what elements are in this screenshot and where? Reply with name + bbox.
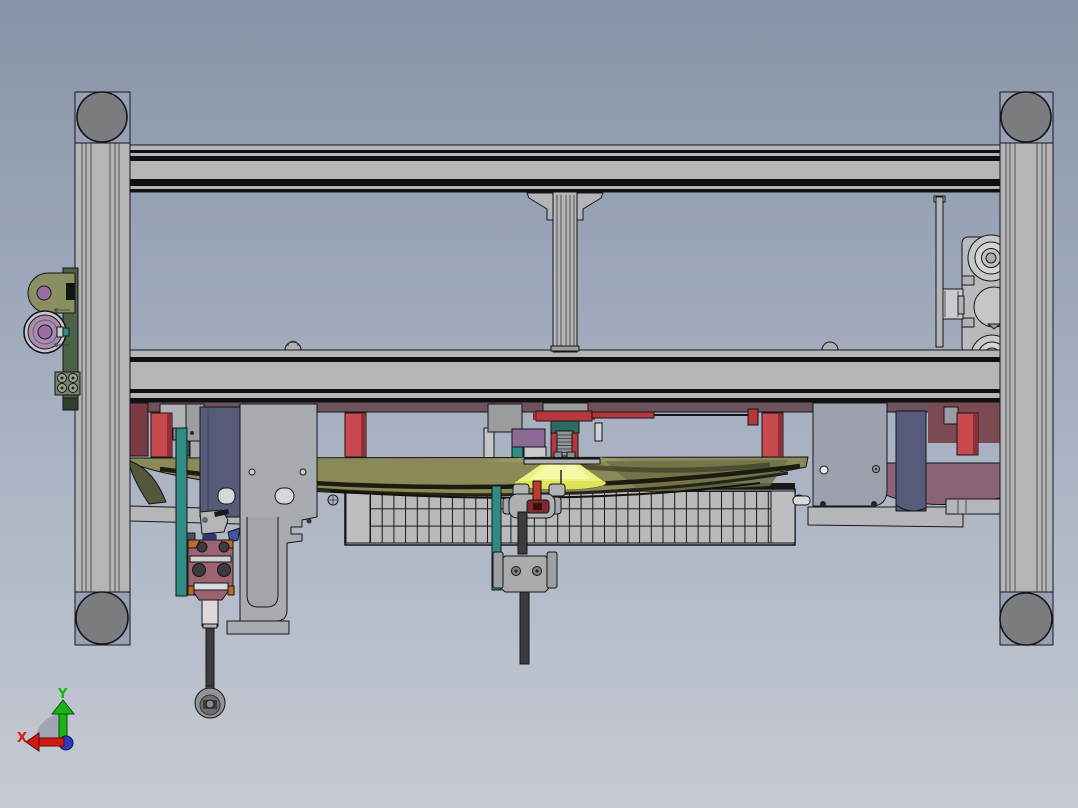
left-belt-pulley-assembly[interactable] bbox=[23, 267, 81, 411]
standoff-3[interactable] bbox=[761, 412, 784, 458]
screw-block[interactable] bbox=[54, 371, 81, 396]
right-column[interactable] bbox=[999, 142, 1054, 593]
corner-cap-top-right[interactable] bbox=[999, 91, 1054, 144]
guide-bar-left[interactable] bbox=[175, 427, 188, 597]
navy-slide-block-right[interactable] bbox=[895, 410, 927, 512]
probe-rod[interactable] bbox=[205, 627, 215, 689]
viewport[interactable]: Y X bbox=[0, 0, 1078, 808]
gusset-left bbox=[526, 192, 554, 221]
carrier-plate-right[interactable] bbox=[812, 402, 888, 507]
gripper-screw bbox=[196, 541, 208, 553]
plate-screw bbox=[819, 465, 829, 475]
standoff-4[interactable] bbox=[956, 412, 979, 456]
ball-end[interactable] bbox=[194, 685, 226, 719]
beam-screw-head bbox=[284, 341, 302, 351]
corner-cap-top-left[interactable] bbox=[74, 91, 131, 144]
corner-cap-bottom-right[interactable] bbox=[999, 591, 1054, 646]
plate-screw bbox=[820, 501, 826, 507]
standoff-1[interactable] bbox=[150, 412, 173, 458]
center-post[interactable] bbox=[526, 191, 604, 353]
left-column[interactable] bbox=[74, 142, 131, 593]
x-axis-label: X bbox=[17, 731, 27, 746]
y-axis-label: Y bbox=[57, 687, 68, 702]
plate-screw bbox=[306, 518, 312, 524]
cad-model-canvas[interactable]: Y X bbox=[0, 0, 1078, 808]
top-beam[interactable] bbox=[129, 144, 1001, 193]
plate-screw bbox=[248, 468, 256, 476]
corner-cap-bottom-left[interactable] bbox=[74, 591, 131, 646]
pneumatic-gripper[interactable] bbox=[186, 509, 241, 719]
rod-clamp-block[interactable] bbox=[497, 555, 553, 593]
belt-rod[interactable] bbox=[935, 196, 944, 348]
middle-beam[interactable] bbox=[129, 349, 1001, 403]
gripper-screw bbox=[218, 541, 230, 553]
plate-screw bbox=[871, 501, 877, 507]
plate-screw bbox=[299, 468, 307, 476]
orientation-triad[interactable]: Y X bbox=[17, 687, 76, 752]
standoff-2[interactable] bbox=[344, 412, 367, 458]
beam-screw-head bbox=[821, 341, 839, 351]
gusset-right bbox=[576, 192, 604, 221]
